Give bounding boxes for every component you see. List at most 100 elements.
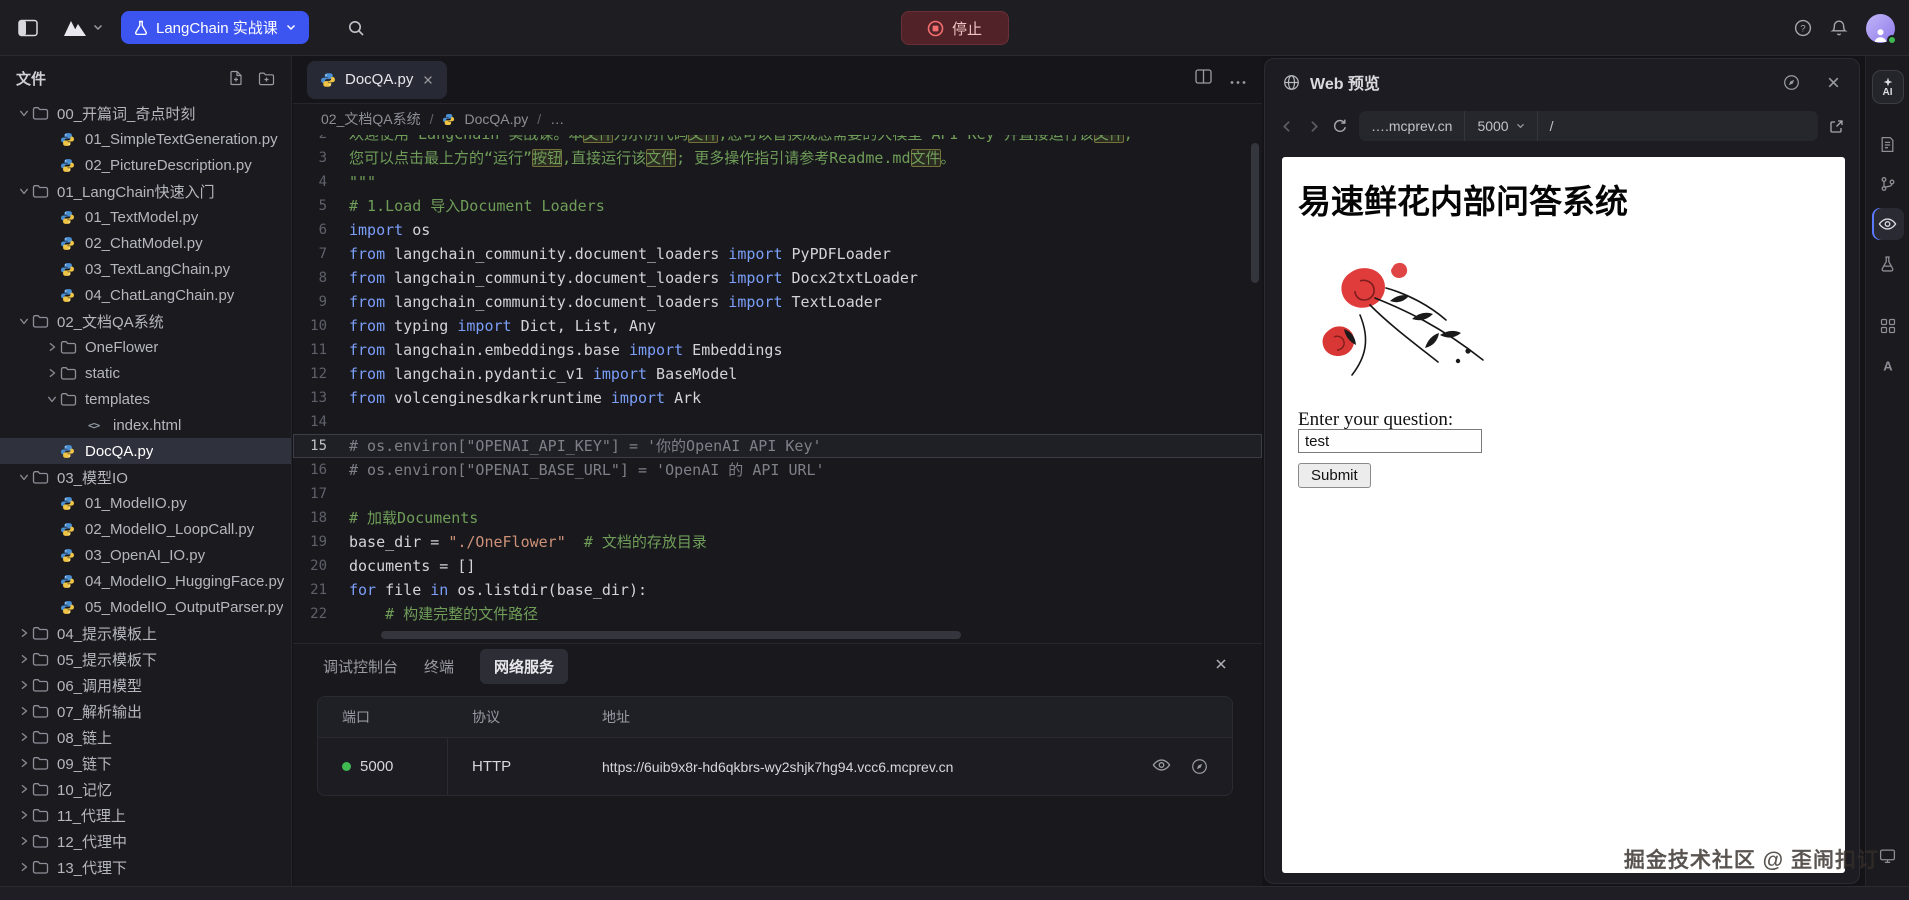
chevron-down-icon[interactable]	[16, 108, 32, 118]
open-in-new-icon[interactable]	[1829, 119, 1844, 134]
tree-item-folder[interactable]: templates	[0, 386, 291, 412]
tree-item-folder[interactable]: 08_链上	[0, 724, 291, 750]
code-line[interactable]: 3您可以点击最上方的“运行”按钮,直接运行该文件; 更多操作指引请参考Readm…	[293, 146, 1262, 170]
tree-item-file[interactable]: <>index.html	[0, 412, 291, 438]
chevron-right-icon[interactable]	[16, 680, 32, 690]
code-line[interactable]: 15# os.environ["OPENAI_API_KEY"] = '你的Op…	[293, 434, 1262, 458]
tab-docqa[interactable]: DocQA.py	[307, 61, 447, 99]
horizontal-scrollbar[interactable]	[381, 631, 961, 639]
code-line[interactable]: 14	[293, 410, 1262, 434]
tree-item-file[interactable]: 03_TextLangChain.py	[0, 256, 291, 282]
sidebar-toggle-icon[interactable]	[18, 19, 38, 37]
chevron-right-icon[interactable]	[44, 342, 60, 352]
tree-item-file[interactable]: 02_PictureDescription.py	[0, 152, 291, 178]
chevron-right-icon[interactable]	[16, 654, 32, 664]
tree-item-folder[interactable]: 02_文档QA系统	[0, 308, 291, 334]
code-line[interactable]: 18# 加载Documents	[293, 506, 1262, 530]
avatar[interactable]	[1866, 14, 1895, 43]
code-line[interactable]: 21for file in os.listdir(base_dir):	[293, 578, 1262, 602]
tree-item-folder[interactable]: 13_代理下	[0, 854, 291, 880]
tree-item-file[interactable]: 01_TextModel.py	[0, 204, 291, 230]
forward-icon[interactable]	[1306, 119, 1321, 134]
tree-item-file[interactable]: 03_OpenAI_IO.py	[0, 542, 291, 568]
panel-close-icon[interactable]	[1214, 657, 1228, 671]
tree-item-folder[interactable]: static	[0, 360, 291, 386]
tree-item-file[interactable]: 02_ChatModel.py	[0, 230, 291, 256]
preview-eye-icon[interactable]	[1152, 758, 1171, 775]
code-line[interactable]: 22 # 构建完整的文件路径	[293, 602, 1262, 626]
tree-item-folder[interactable]: 01_LangChain快速入门	[0, 178, 291, 204]
open-in-browser-icon[interactable]	[1783, 74, 1800, 91]
ai-assistant-button[interactable]: AI	[1872, 70, 1904, 104]
new-file-icon[interactable]	[228, 70, 244, 86]
code-line[interactable]: 10from typing import Dict, List, Any	[293, 314, 1262, 338]
table-row[interactable]: 5000 HTTP https://6uib9x8r-hd6qkbrs-wy2s…	[318, 737, 1232, 795]
chevron-right-icon[interactable]	[16, 862, 32, 872]
chevron-down-icon[interactable]	[16, 316, 32, 326]
tree-item-folder[interactable]: 05_提示模板下	[0, 646, 291, 672]
code-line[interactable]: 19base_dir = "./OneFlower" # 文档的存放目录	[293, 530, 1262, 554]
tree-item-file[interactable]: 01_SimpleTextGeneration.py	[0, 126, 291, 152]
test-flask-icon[interactable]	[1872, 248, 1904, 280]
extensions-grid-icon[interactable]	[1872, 310, 1904, 342]
tree-item-folder[interactable]: OneFlower	[0, 334, 291, 360]
open-in-browser-icon[interactable]	[1191, 758, 1208, 775]
tree-item-folder[interactable]: 03_模型IO	[0, 464, 291, 490]
tree-item-file[interactable]: 01_ModelIO.py	[0, 490, 291, 516]
tree-item-file[interactable]: 05_ModelIO_OutputParser.py	[0, 594, 291, 620]
tree-item-folder[interactable]: 06_调用模型	[0, 672, 291, 698]
vertical-scrollbar[interactable]	[1251, 143, 1259, 283]
tree-item-file[interactable]: DocQA.py	[0, 438, 291, 464]
tree-item-file[interactable]: 04_ModelIO_HuggingFace.py	[0, 568, 291, 594]
code-line[interactable]: 17	[293, 482, 1262, 506]
new-folder-icon[interactable]	[258, 71, 275, 86]
breadcrumb-folder[interactable]: 02_文档QA系统	[321, 109, 421, 129]
help-icon[interactable]: ?	[1794, 19, 1812, 37]
code-line[interactable]: 11from langchain.embeddings.base import …	[293, 338, 1262, 362]
submit-button[interactable]: Submit	[1298, 463, 1371, 488]
tab-terminal[interactable]: 终端	[424, 656, 454, 677]
tree-item-file[interactable]: 02_ModelIO_LoopCall.py	[0, 516, 291, 542]
breadcrumb-symbol[interactable]: …	[550, 111, 564, 127]
split-editor-icon[interactable]	[1195, 69, 1212, 90]
course-badge[interactable]: LangChain 实战课	[121, 11, 309, 44]
code-line[interactable]: 20documents = []	[293, 554, 1262, 578]
chevron-right-icon[interactable]	[16, 784, 32, 794]
tab-debug-console[interactable]: 调试控制台	[323, 656, 398, 677]
chevron-down-icon[interactable]	[16, 186, 32, 196]
chevron-right-icon[interactable]	[16, 706, 32, 716]
code-editor[interactable]: 2欢迎使用 LangChain 实战课。本文件为示例代码文件,您可以替换成您需要…	[293, 135, 1262, 643]
tree-item-folder[interactable]: 10_记忆	[0, 776, 291, 802]
tree-item-folder[interactable]: 04_提示模板上	[0, 620, 291, 646]
chevron-right-icon[interactable]	[16, 836, 32, 846]
code-line[interactable]: 4"""	[293, 170, 1262, 194]
bell-icon[interactable]	[1830, 19, 1848, 37]
port-selector[interactable]: 5000	[1464, 111, 1536, 141]
service-url[interactable]: https://6uib9x8r-hd6qkbrs-wy2shjk7hg94.v…	[578, 759, 1132, 775]
code-line[interactable]: 9from langchain_community.document_loade…	[293, 290, 1262, 314]
refresh-icon[interactable]	[1332, 118, 1348, 134]
letter-a-icon[interactable]: A	[1872, 350, 1904, 382]
notebook-icon[interactable]	[1872, 128, 1904, 160]
more-actions-icon[interactable]	[1230, 69, 1246, 90]
workspace-chevron-icon[interactable]	[93, 24, 103, 31]
close-icon[interactable]	[1826, 75, 1841, 90]
tree-item-file[interactable]: 04_ChatLangChain.py	[0, 282, 291, 308]
code-line[interactable]: 12from langchain.pydantic_v1 import Base…	[293, 362, 1262, 386]
stop-button[interactable]: 停止	[901, 11, 1009, 45]
url-path[interactable]: /	[1537, 111, 1818, 141]
tab-network-service[interactable]: 网络服务	[480, 649, 568, 684]
tree-item-folder[interactable]: 11_代理上	[0, 802, 291, 828]
code-line[interactable]: 2欢迎使用 LangChain 实战课。本文件为示例代码文件,您可以替换成您需要…	[293, 135, 1262, 146]
code-line[interactable]: 13from volcenginesdkarkruntime import Ar…	[293, 386, 1262, 410]
search-icon[interactable]	[347, 19, 365, 37]
code-line[interactable]: 8from langchain_community.document_loade…	[293, 266, 1262, 290]
chevron-right-icon[interactable]	[16, 758, 32, 768]
code-line[interactable]: 7from langchain_community.document_loade…	[293, 242, 1262, 266]
code-line[interactable]: 16# os.environ["OPENAI_BASE_URL"] = 'Ope…	[293, 458, 1262, 482]
chevron-down-icon[interactable]	[16, 472, 32, 482]
back-icon[interactable]	[1280, 119, 1295, 134]
breadcrumb-file[interactable]: DocQA.py	[464, 111, 528, 127]
chevron-right-icon[interactable]	[16, 628, 32, 638]
url-bar[interactable]: ….mcprev.cn 5000 /	[1359, 111, 1818, 141]
